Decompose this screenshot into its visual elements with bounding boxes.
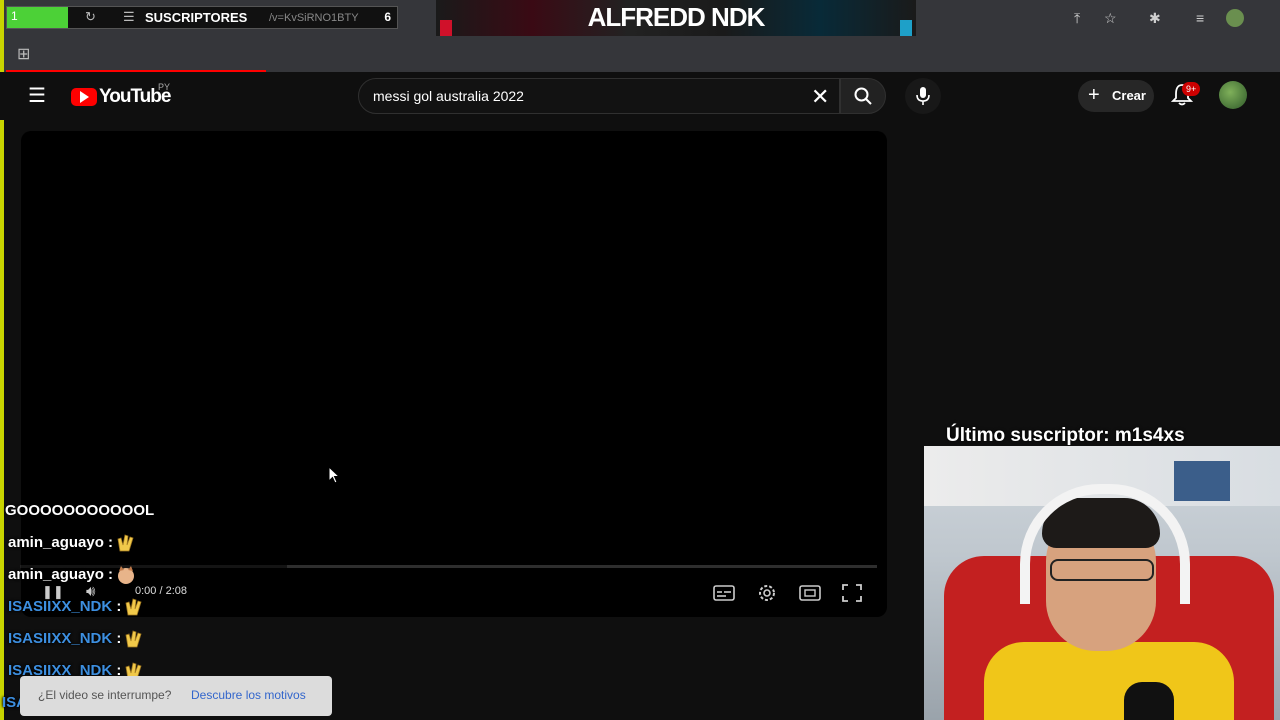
subscriber-goal-progress: 1 <box>7 7 68 28</box>
bookmark-star-icon[interactable]: ☆ <box>1104 10 1117 27</box>
search-icon <box>854 87 872 105</box>
youtube-header: ☰ YouTube PY messi gol australia 2022 ✕ … <box>0 72 1280 120</box>
hamburger-menu-icon[interactable]: ☰ <box>28 83 46 108</box>
chat-separator: : <box>112 629 122 647</box>
webcam-yellow-jersey <box>984 642 1234 720</box>
last-subscriber-label: Último suscriptor: m1s4xs <box>946 425 1185 446</box>
reload-icon[interactable]: ↻ <box>85 9 96 25</box>
search-input[interactable]: messi gol australia 2022 ✕ <box>358 78 840 114</box>
address-bar-url[interactable]: /v=KvSiRNO1BTY <box>269 12 359 24</box>
country-code: PY <box>158 82 171 92</box>
site-settings-icon[interactable]: ☰ <box>123 9 135 25</box>
search-query[interactable]: messi gol australia 2022 <box>373 88 524 104</box>
clap-emote <box>125 598 142 616</box>
theater-mode-icon[interactable] <box>799 583 821 603</box>
create-label: Crear <box>1112 88 1146 103</box>
chat-message: ISASIIXX_NDK : <box>8 597 145 617</box>
microphone-icon <box>916 87 930 105</box>
clear-search-icon[interactable]: ✕ <box>811 84 829 110</box>
toast-text: ¿El video se interrumpe? <box>38 688 172 702</box>
chat-message: amin_aguayo : <box>8 565 137 585</box>
clap-emote <box>125 630 142 648</box>
subtitles-icon[interactable] <box>713 583 735 603</box>
stream-banner: ALFREDD NDK <box>436 0 916 36</box>
subscriber-goal-overlay: 1 ↻ ☰ SUSCRIPTORES /v=KvSiRNO1BTY 6 <box>6 6 398 29</box>
toast-learn-more-link[interactable]: Descubre los motivos <box>191 688 306 702</box>
stream-title: ALFREDD NDK <box>587 2 766 32</box>
webcam-microphone <box>1124 682 1174 720</box>
reading-list-icon[interactable]: ≡ <box>1196 10 1204 26</box>
cat-emote <box>118 566 135 584</box>
browser-profile-avatar[interactable] <box>1226 9 1244 27</box>
time-display: 0:00 / 2:08 <box>135 585 187 597</box>
subscriber-goal-label: SUSCRIPTORES <box>145 10 248 25</box>
account-avatar[interactable] <box>1219 81 1247 109</box>
chat-separator: : <box>112 597 122 615</box>
youtube-play-icon <box>80 91 89 103</box>
chat-goal-message: GOOOOOOOOOOOL <box>5 502 155 519</box>
search-button[interactable] <box>840 78 886 114</box>
subscriber-goal-count: 6 <box>384 10 391 24</box>
streamer-webcam <box>924 446 1280 720</box>
settings-gear-icon[interactable] <box>756 583 778 603</box>
apps-grid-icon[interactable]: ⊞ <box>17 44 30 64</box>
mouse-cursor-icon <box>328 466 340 484</box>
chat-message: ISASIIXX_NDK : <box>8 629 145 649</box>
chat-username: amin_aguayo <box>8 533 104 551</box>
chat-username: amin_aguayo <box>8 565 104 583</box>
progress-bar[interactable] <box>287 565 877 568</box>
chat-username: ISASIIXX_NDK <box>8 629 113 647</box>
voice-search-button[interactable] <box>905 78 941 114</box>
install-app-icon[interactable]: ⤒ <box>1074 10 1080 27</box>
notifications-badge: 9+ <box>1182 82 1201 96</box>
video-player[interactable] <box>21 131 887 617</box>
extensions-icon[interactable]: ✱ <box>1149 10 1161 27</box>
chat-message: amin_aguayo : <box>8 533 137 553</box>
webcam-poster <box>1174 461 1230 501</box>
chat-separator: : <box>103 565 114 583</box>
plus-icon: + <box>1088 84 1100 106</box>
create-button[interactable]: + Crear <box>1078 80 1154 112</box>
chat-separator: : <box>103 533 114 551</box>
clap-emote <box>117 534 134 552</box>
fullscreen-icon[interactable] <box>841 583 863 603</box>
browser-chrome: 1 ↻ ☰ SUSCRIPTORES /v=KvSiRNO1BTY 6 ALFR… <box>0 0 1280 720</box>
playback-issue-toast: ¿El video se interrumpe? Descubre los mo… <box>20 676 332 716</box>
chat-username: ISASIIXX_NDK <box>8 597 113 615</box>
